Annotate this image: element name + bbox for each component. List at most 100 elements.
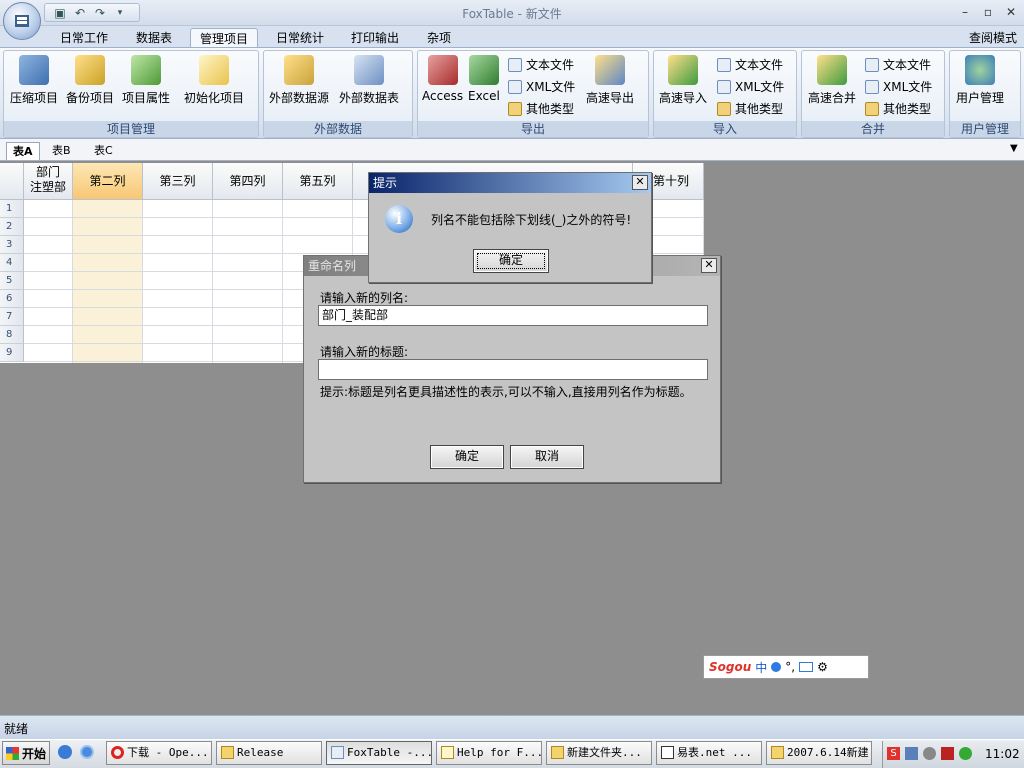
tab-misc[interactable]: 杂项 [416, 28, 462, 48]
update-icon[interactable] [959, 747, 972, 760]
message-text: 列名不能包括除下划线(_)之外的符号! [431, 213, 632, 227]
import-xml-file-button[interactable]: XML文件 [717, 78, 784, 96]
group-label: 导出 [418, 121, 648, 137]
export-text-file-button[interactable]: 文本文件 [508, 56, 574, 74]
message-ok-button[interactable]: 确定 [473, 249, 549, 273]
rename-dialog-close-button[interactable]: ✕ [701, 258, 717, 273]
group-project-management: 压缩项目 备份项目 项目属性 初始化项目 项目管理 [3, 50, 259, 138]
ime-keyboard-icon[interactable] [799, 662, 814, 672]
xml-file-icon [508, 80, 522, 94]
merge-text-file-button[interactable]: 文本文件 [865, 56, 931, 74]
sheet-tabs-dropdown-icon[interactable]: ▼ [1010, 143, 1018, 154]
new-caption-input[interactable] [318, 359, 708, 380]
other-type-icon [865, 102, 879, 116]
sheet-tab-c[interactable]: 表C [88, 142, 119, 160]
xml-file-icon [865, 80, 879, 94]
fast-merge-button[interactable]: 高速合并 [808, 55, 856, 106]
compress-project-button[interactable]: 压缩项目 [10, 55, 58, 106]
column-header-3[interactable]: 第三列 [143, 163, 213, 200]
start-button[interactable]: 开始 [2, 741, 50, 765]
import-other-type-button[interactable]: 其他类型 [717, 100, 783, 118]
external-table-button[interactable]: 外部数据表 [339, 55, 399, 106]
rename-ok-button[interactable]: 确定 [430, 445, 504, 469]
taskbar-item-opera[interactable]: 下载 - Ope... [106, 741, 212, 765]
tab-tables[interactable]: 数据表 [122, 28, 186, 48]
row-header[interactable]: 3 [0, 236, 24, 254]
column-header-2[interactable]: 第二列 [73, 163, 143, 200]
merge-xml-file-button[interactable]: XML文件 [865, 78, 932, 96]
column-header-4[interactable]: 第四列 [213, 163, 283, 200]
row-header[interactable]: 5 [0, 272, 24, 290]
sheet-tab-b[interactable]: 表B [46, 142, 77, 160]
row-header[interactable]: 9 [0, 344, 24, 362]
row-header[interactable]: 6 [0, 290, 24, 308]
network-icon[interactable] [905, 747, 918, 760]
export-other-type-button[interactable]: 其他类型 [508, 100, 574, 118]
tab-daily-stats[interactable]: 日常统计 [266, 28, 334, 48]
import-text-file-button[interactable]: 文本文件 [717, 56, 783, 74]
group-label: 项目管理 [4, 121, 258, 137]
backup-project-button[interactable]: 备份项目 [66, 55, 114, 106]
row-header[interactable]: 1 [0, 200, 24, 218]
init-project-button[interactable]: 初始化项目 [184, 55, 244, 106]
app-menu-button[interactable] [3, 2, 41, 40]
taskbar-item-2007-folder[interactable]: 2007.6.14新建 [766, 741, 872, 765]
grid-corner[interactable] [0, 163, 24, 200]
sogou-tray-icon[interactable]: S [887, 747, 900, 760]
info-icon: i [385, 205, 413, 233]
ime-toolbar[interactable]: Sogou 中 °, ⚙ [703, 655, 869, 679]
ime-punct[interactable]: °, [785, 660, 795, 674]
ime-settings-icon[interactable]: ⚙ [817, 660, 828, 674]
sheet-tab-a[interactable]: 表A [6, 142, 40, 160]
grid-app-icon [661, 746, 674, 759]
backup-icon [75, 55, 105, 85]
external-datasource-button[interactable]: 外部数据源 [269, 55, 329, 106]
message-box-close-button[interactable]: ✕ [632, 175, 648, 190]
row-header[interactable]: 7 [0, 308, 24, 326]
group-label: 用户管理 [950, 121, 1020, 137]
user-management-button[interactable]: 用户管理 [956, 55, 1004, 106]
quicklaunch-icon[interactable] [80, 745, 94, 759]
rename-cancel-button[interactable]: 取消 [510, 445, 584, 469]
merge-other-type-button[interactable]: 其他类型 [865, 100, 931, 118]
read-mode-button[interactable]: 查阅模式 [962, 28, 1024, 48]
taskbar-item-new-folder[interactable]: 新建文件夹... [546, 741, 652, 765]
ime-mode[interactable]: 中 [755, 659, 767, 676]
security-icon[interactable] [941, 747, 954, 760]
system-tray: S 11:02 [882, 741, 1024, 768]
status-bar: 就绪 [0, 715, 1024, 739]
group-external-data: 外部数据源 外部数据表 外部数据 [263, 50, 413, 138]
taskbar-item-help[interactable]: Help for F... [436, 741, 542, 765]
taskbar-item-yibiao[interactable]: 易表.net ... [656, 741, 762, 765]
clock: 11:02 [985, 747, 1020, 761]
column-header-dept[interactable]: 部门 注塑部 [24, 163, 73, 200]
fast-export-button[interactable]: 高速导出 [586, 55, 634, 106]
xml-file-icon [717, 80, 731, 94]
export-excel-button[interactable]: Excel [468, 55, 500, 103]
row-header[interactable]: 2 [0, 218, 24, 236]
tab-print-output[interactable]: 打印输出 [340, 28, 410, 48]
close-button[interactable]: ✕ [1000, 3, 1022, 21]
export-xml-file-button[interactable]: XML文件 [508, 78, 575, 96]
excel-icon [468, 55, 499, 85]
taskbar-item-foxtable[interactable]: FoxTable -... [326, 741, 432, 765]
column-header-5[interactable]: 第五列 [283, 163, 353, 200]
new-name-label: 请输入新的列名: [320, 291, 409, 305]
row-header[interactable]: 4 [0, 254, 24, 272]
taskbar-item-release[interactable]: Release [216, 741, 322, 765]
volume-icon[interactable] [923, 747, 936, 760]
tab-manage-project[interactable]: 管理项目 [190, 28, 258, 48]
windows-logo-icon [6, 746, 19, 760]
maximize-button[interactable]: ▫ [977, 3, 999, 21]
project-properties-button[interactable]: 项目属性 [122, 55, 170, 106]
access-icon [427, 55, 458, 85]
folder-icon [551, 746, 564, 759]
ime-fullwidth-icon[interactable] [771, 662, 782, 672]
fast-import-button[interactable]: 高速导入 [659, 55, 707, 106]
row-header[interactable]: 8 [0, 326, 24, 344]
minimize-button[interactable]: – [954, 3, 976, 21]
new-name-input[interactable]: 部门_装配部 [318, 305, 708, 326]
export-access-button[interactable]: Access [422, 55, 463, 103]
ie-icon[interactable] [58, 745, 72, 759]
tab-daily-work[interactable]: 日常工作 [50, 28, 118, 48]
